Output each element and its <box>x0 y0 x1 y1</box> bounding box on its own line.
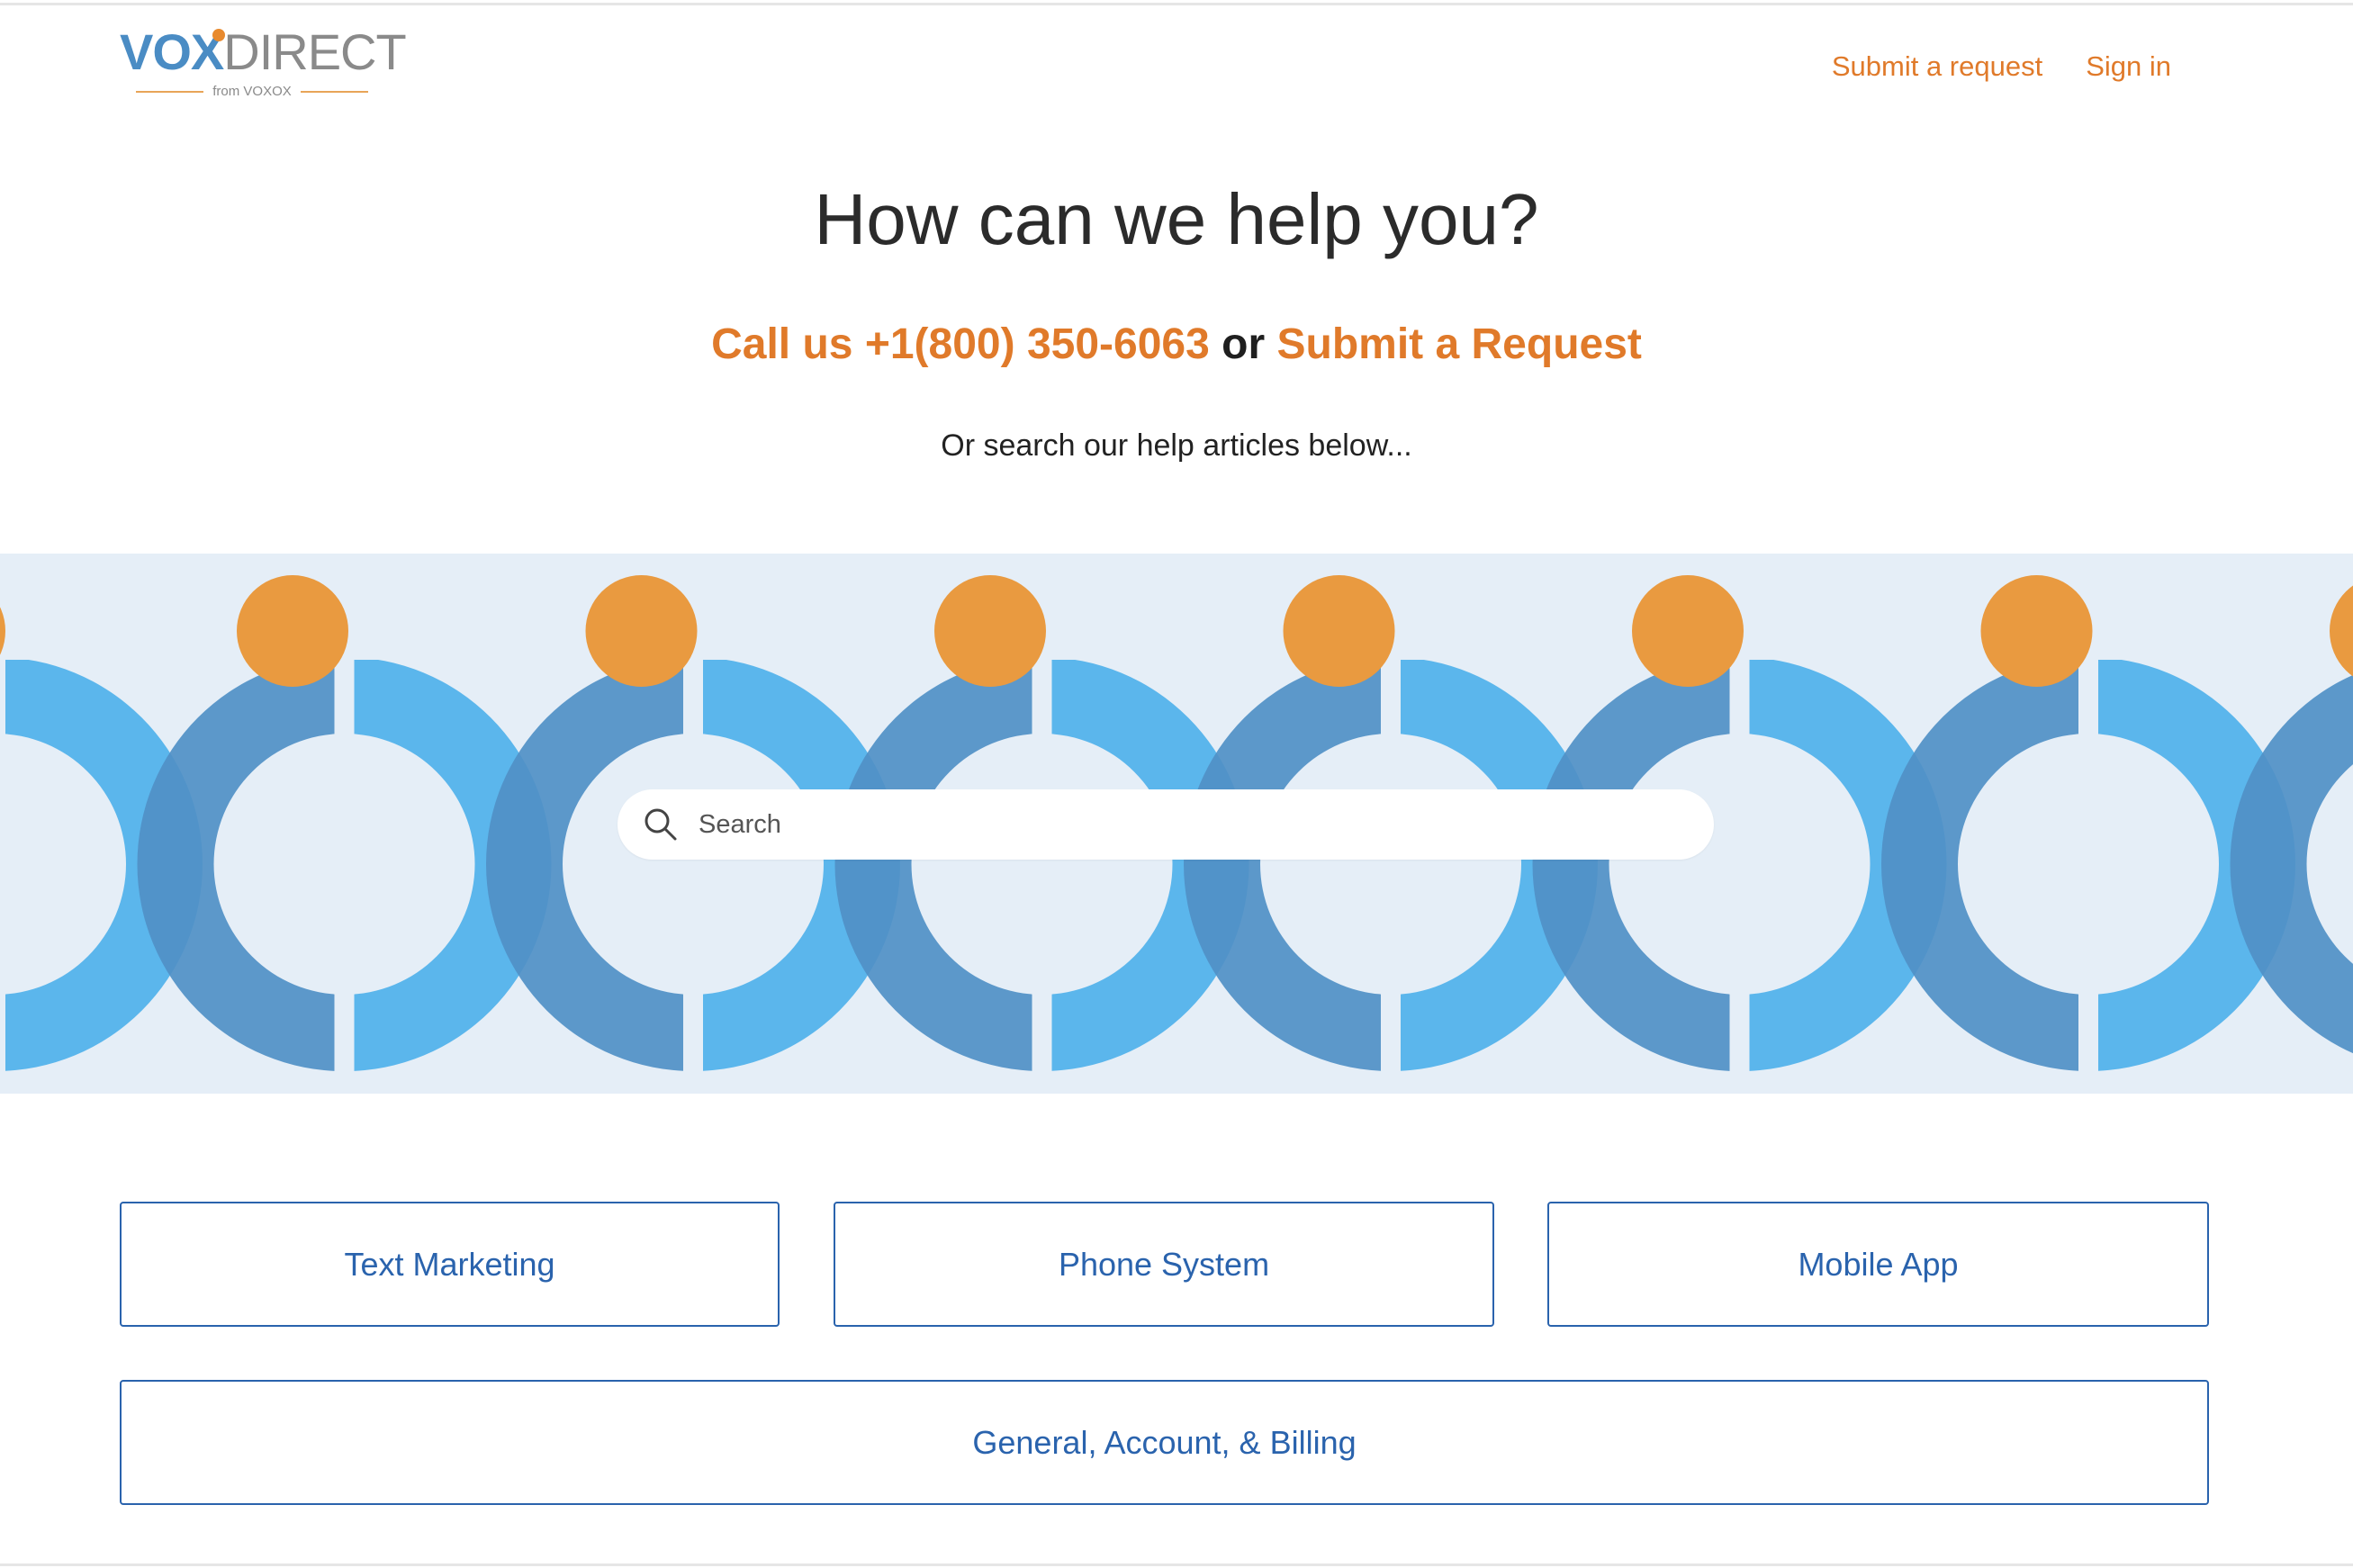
logo-rule-right <box>300 91 368 93</box>
contact-or-text: or <box>1222 320 1266 368</box>
figure-head <box>237 575 348 687</box>
search-prompt-text: Or search our help articles below... <box>941 428 1412 463</box>
submit-request-cta-link[interactable]: Submit a Request <box>1276 320 1641 368</box>
help-center-page: VOXDIRECT from VOXOX Submit a request Si… <box>0 0 2353 1568</box>
logo-primary-text: VOX <box>120 23 224 80</box>
call-us-link[interactable]: Call us +1(800) 350-6063 <box>711 320 1210 368</box>
category-phone-system[interactable]: Phone System <box>834 1202 1494 1327</box>
submit-request-link[interactable]: Submit a request <box>1832 50 2042 83</box>
search-bar[interactable] <box>618 789 1714 860</box>
sign-in-link[interactable]: Sign in <box>2086 50 2171 83</box>
figure-head <box>1283 575 1395 687</box>
search-input[interactable] <box>697 808 1645 841</box>
logo-rule-left <box>136 91 204 93</box>
figure-head <box>934 575 1046 687</box>
figure-head <box>585 575 698 687</box>
figure-head <box>1632 575 1744 687</box>
contact-line: Call us +1(800) 350-6063 or Submit a Req… <box>0 315 2353 374</box>
bottom-divider <box>0 1563 2353 1566</box>
category-label: General, Account, & Billing <box>972 1423 1357 1461</box>
search-icon <box>643 807 679 843</box>
voxdirect-logo[interactable]: VOXDIRECT from VOXOX <box>120 25 408 102</box>
page-title: How can we help you? <box>814 179 1539 259</box>
logo-secondary-text: DIRECT <box>223 23 406 80</box>
top-divider <box>0 3 2353 5</box>
logo-tagline: from VOXOX <box>136 85 368 99</box>
category-text-marketing[interactable]: Text Marketing <box>120 1202 780 1327</box>
category-label: Text Marketing <box>344 1245 555 1283</box>
logo-dot-icon <box>212 29 225 41</box>
category-general-account-billing[interactable]: General, Account, & Billing <box>120 1380 2209 1505</box>
banner-bottom-band <box>0 1071 2353 1094</box>
logo-wordmark: VOXDIRECT <box>120 23 407 80</box>
category-mobile-app[interactable]: Mobile App <box>1547 1202 2209 1327</box>
ring-left-half <box>2230 674 2353 1054</box>
category-label: Mobile App <box>1798 1245 1959 1283</box>
figure-head <box>1980 575 2093 687</box>
logo-tagline-text: from VOXOX <box>212 84 292 99</box>
category-label: Phone System <box>1058 1245 1270 1283</box>
header-nav: Submit a request Sign in <box>1832 50 2171 83</box>
